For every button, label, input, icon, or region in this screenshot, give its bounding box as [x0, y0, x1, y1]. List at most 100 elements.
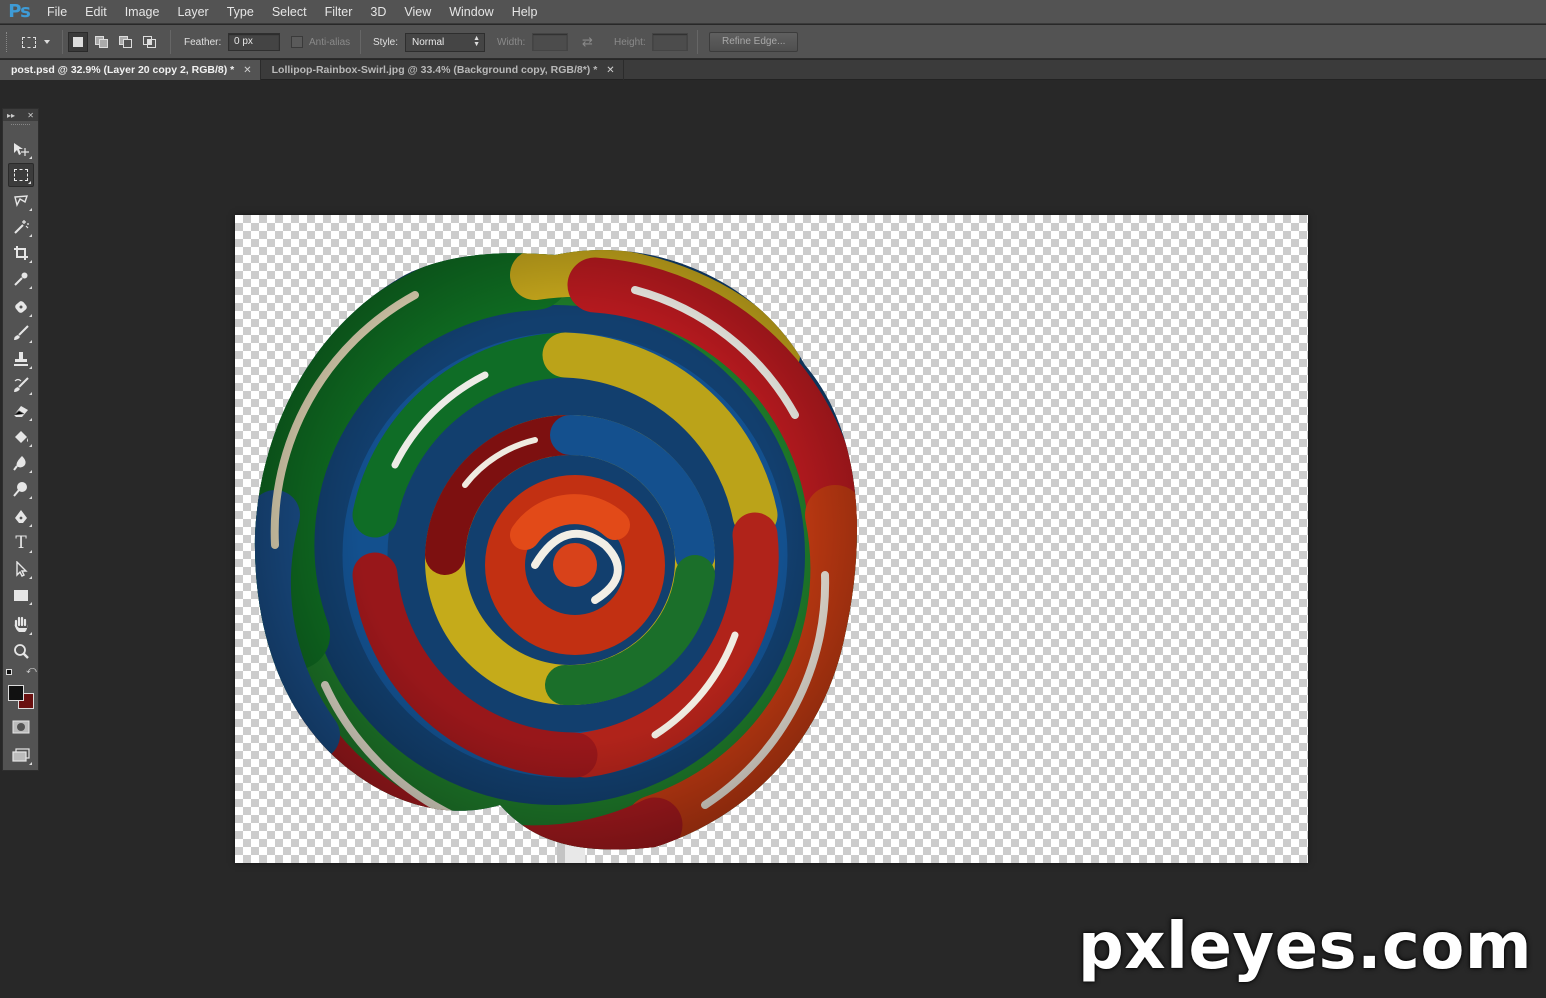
blur-tool[interactable]	[8, 451, 34, 475]
photoshop-logo: Ps	[8, 1, 31, 22]
tool-preset-picker[interactable]	[22, 25, 50, 59]
menu-image[interactable]: Image	[116, 0, 169, 24]
lasso-tool-icon	[14, 195, 28, 208]
tab-title: post.psd @ 32.9% (Layer 20 copy 2, RGB/8…	[11, 64, 235, 76]
intersect-selection-button[interactable]	[140, 32, 160, 52]
rectangle-tool-icon	[14, 589, 28, 601]
path-selection-icon	[16, 561, 28, 577]
crop-tool-icon	[14, 246, 28, 260]
menu-3d[interactable]: 3D	[361, 0, 395, 24]
type-tool[interactable]: T	[8, 531, 34, 555]
menu-window[interactable]: Window	[440, 0, 502, 24]
swap-colors-icon[interactable]: ⤺	[26, 665, 37, 676]
menu-bar: Ps File Edit Image Layer Type Select Fil…	[0, 0, 1546, 24]
rectangular-marquee-tool[interactable]	[8, 163, 34, 187]
brush-tool-icon	[14, 325, 29, 340]
magic-wand-tool[interactable]	[8, 215, 34, 239]
intersect-selection-icon	[143, 36, 156, 48]
move-tool[interactable]	[8, 137, 34, 161]
dropdown-arrows-icon: ▲ ▼	[473, 34, 480, 48]
add-to-selection-button[interactable]	[92, 32, 112, 52]
history-brush-tool[interactable]	[8, 373, 34, 397]
path-selection-tool[interactable]	[8, 557, 34, 581]
new-selection-icon	[73, 37, 83, 47]
eyedropper-tool[interactable]	[8, 267, 34, 291]
feather-label: Feather:	[184, 36, 222, 48]
style-dropdown[interactable]: Normal ▲ ▼	[405, 32, 485, 52]
width-input[interactable]	[532, 33, 568, 51]
eraser-tool-icon	[13, 406, 28, 417]
menu-file[interactable]: File	[38, 0, 76, 24]
tools-panel-header[interactable]: ▸▸ ✕	[3, 109, 38, 121]
options-bar: Feather: 0 px Anti-alias Style: Normal ▲…	[0, 25, 1546, 59]
move-tool-icon	[14, 143, 29, 156]
screen-mode-icon	[12, 748, 30, 762]
collapse-icon[interactable]: ▸▸	[7, 111, 15, 120]
subtract-from-selection-icon	[119, 36, 132, 48]
tab-post-psd[interactable]: post.psd @ 32.9% (Layer 20 copy 2, RGB/8…	[0, 60, 261, 80]
menu-filter[interactable]: Filter	[316, 0, 362, 24]
width-label: Width:	[497, 36, 526, 48]
anti-alias-label: Anti-alias	[309, 36, 351, 48]
crop-tool[interactable]	[8, 241, 34, 265]
zoom-tool[interactable]	[8, 639, 34, 663]
spot-healing-brush-tool[interactable]	[8, 295, 34, 319]
swap-arrows-icon[interactable]: ⇄	[582, 34, 593, 50]
menu-help[interactable]: Help	[503, 0, 547, 24]
close-icon[interactable]: ✕	[27, 111, 34, 120]
lasso-tool[interactable]	[8, 189, 34, 213]
feather-input[interactable]: 0 px	[228, 33, 280, 51]
close-icon[interactable]: ✕	[243, 65, 251, 76]
style-value: Normal	[412, 36, 445, 48]
quick-mask-button[interactable]	[8, 715, 34, 739]
close-icon[interactable]: ✕	[606, 65, 614, 76]
spot-healing-brush-icon	[15, 301, 27, 313]
hand-tool[interactable]	[8, 613, 34, 637]
default-colors-icon[interactable]	[6, 669, 12, 675]
hand-tool-icon	[14, 616, 28, 632]
new-selection-button[interactable]	[68, 32, 88, 52]
type-tool-icon: T	[15, 533, 27, 553]
eraser-tool[interactable]	[8, 399, 34, 423]
eyedropper-tool-icon	[14, 272, 28, 286]
menu-edit[interactable]: Edit	[76, 0, 116, 24]
paint-bucket-tool[interactable]	[8, 425, 34, 449]
pen-tool[interactable]	[8, 505, 34, 529]
foreground-color-swatch[interactable]	[8, 685, 24, 701]
dodge-tool[interactable]	[8, 477, 34, 501]
watermark: pxleyes.com	[1077, 910, 1532, 984]
tab-lollipop-jpg[interactable]: Lollipop-Rainbox-Swirl.jpg @ 33.4% (Back…	[261, 60, 624, 80]
refine-edge-button[interactable]: Refine Edge...	[709, 32, 799, 52]
rectangle-tool[interactable]	[8, 583, 34, 607]
quick-mask-icon	[12, 720, 30, 734]
zoom-tool-icon	[14, 644, 29, 659]
clone-stamp-tool[interactable]	[8, 347, 34, 371]
menu-layer[interactable]: Layer	[168, 0, 217, 24]
paint-bucket-icon	[15, 431, 28, 443]
panel-grip[interactable]	[11, 124, 30, 132]
clone-stamp-icon	[14, 352, 28, 366]
rectangular-marquee-tool-icon	[14, 169, 28, 181]
menu-view[interactable]: View	[395, 0, 440, 24]
blur-tool-icon	[13, 456, 26, 471]
document-canvas[interactable]	[235, 215, 1308, 863]
rectangular-marquee-icon	[22, 36, 36, 48]
chevron-down-icon	[44, 40, 50, 44]
brush-tool[interactable]	[8, 321, 34, 345]
anti-alias-checkbox[interactable]	[291, 36, 303, 48]
dodge-tool-icon	[13, 482, 27, 497]
menu-type[interactable]: Type	[218, 0, 263, 24]
pen-tool-icon	[15, 510, 27, 523]
height-input[interactable]	[652, 33, 688, 51]
history-brush-icon	[14, 377, 29, 392]
tools-panel: ▸▸ ✕ T ⤺	[2, 108, 39, 771]
magic-wand-tool-icon	[14, 220, 29, 234]
document-tab-bar: post.psd @ 32.9% (Layer 20 copy 2, RGB/8…	[0, 60, 1546, 80]
lollipop-image	[254, 249, 857, 863]
tab-title: Lollipop-Rainbox-Swirl.jpg @ 33.4% (Back…	[271, 64, 598, 76]
screen-mode-button[interactable]	[8, 743, 34, 767]
subtract-from-selection-button[interactable]	[116, 32, 136, 52]
options-grip	[6, 25, 8, 59]
menu-select[interactable]: Select	[263, 0, 316, 24]
add-to-selection-icon	[95, 36, 108, 48]
